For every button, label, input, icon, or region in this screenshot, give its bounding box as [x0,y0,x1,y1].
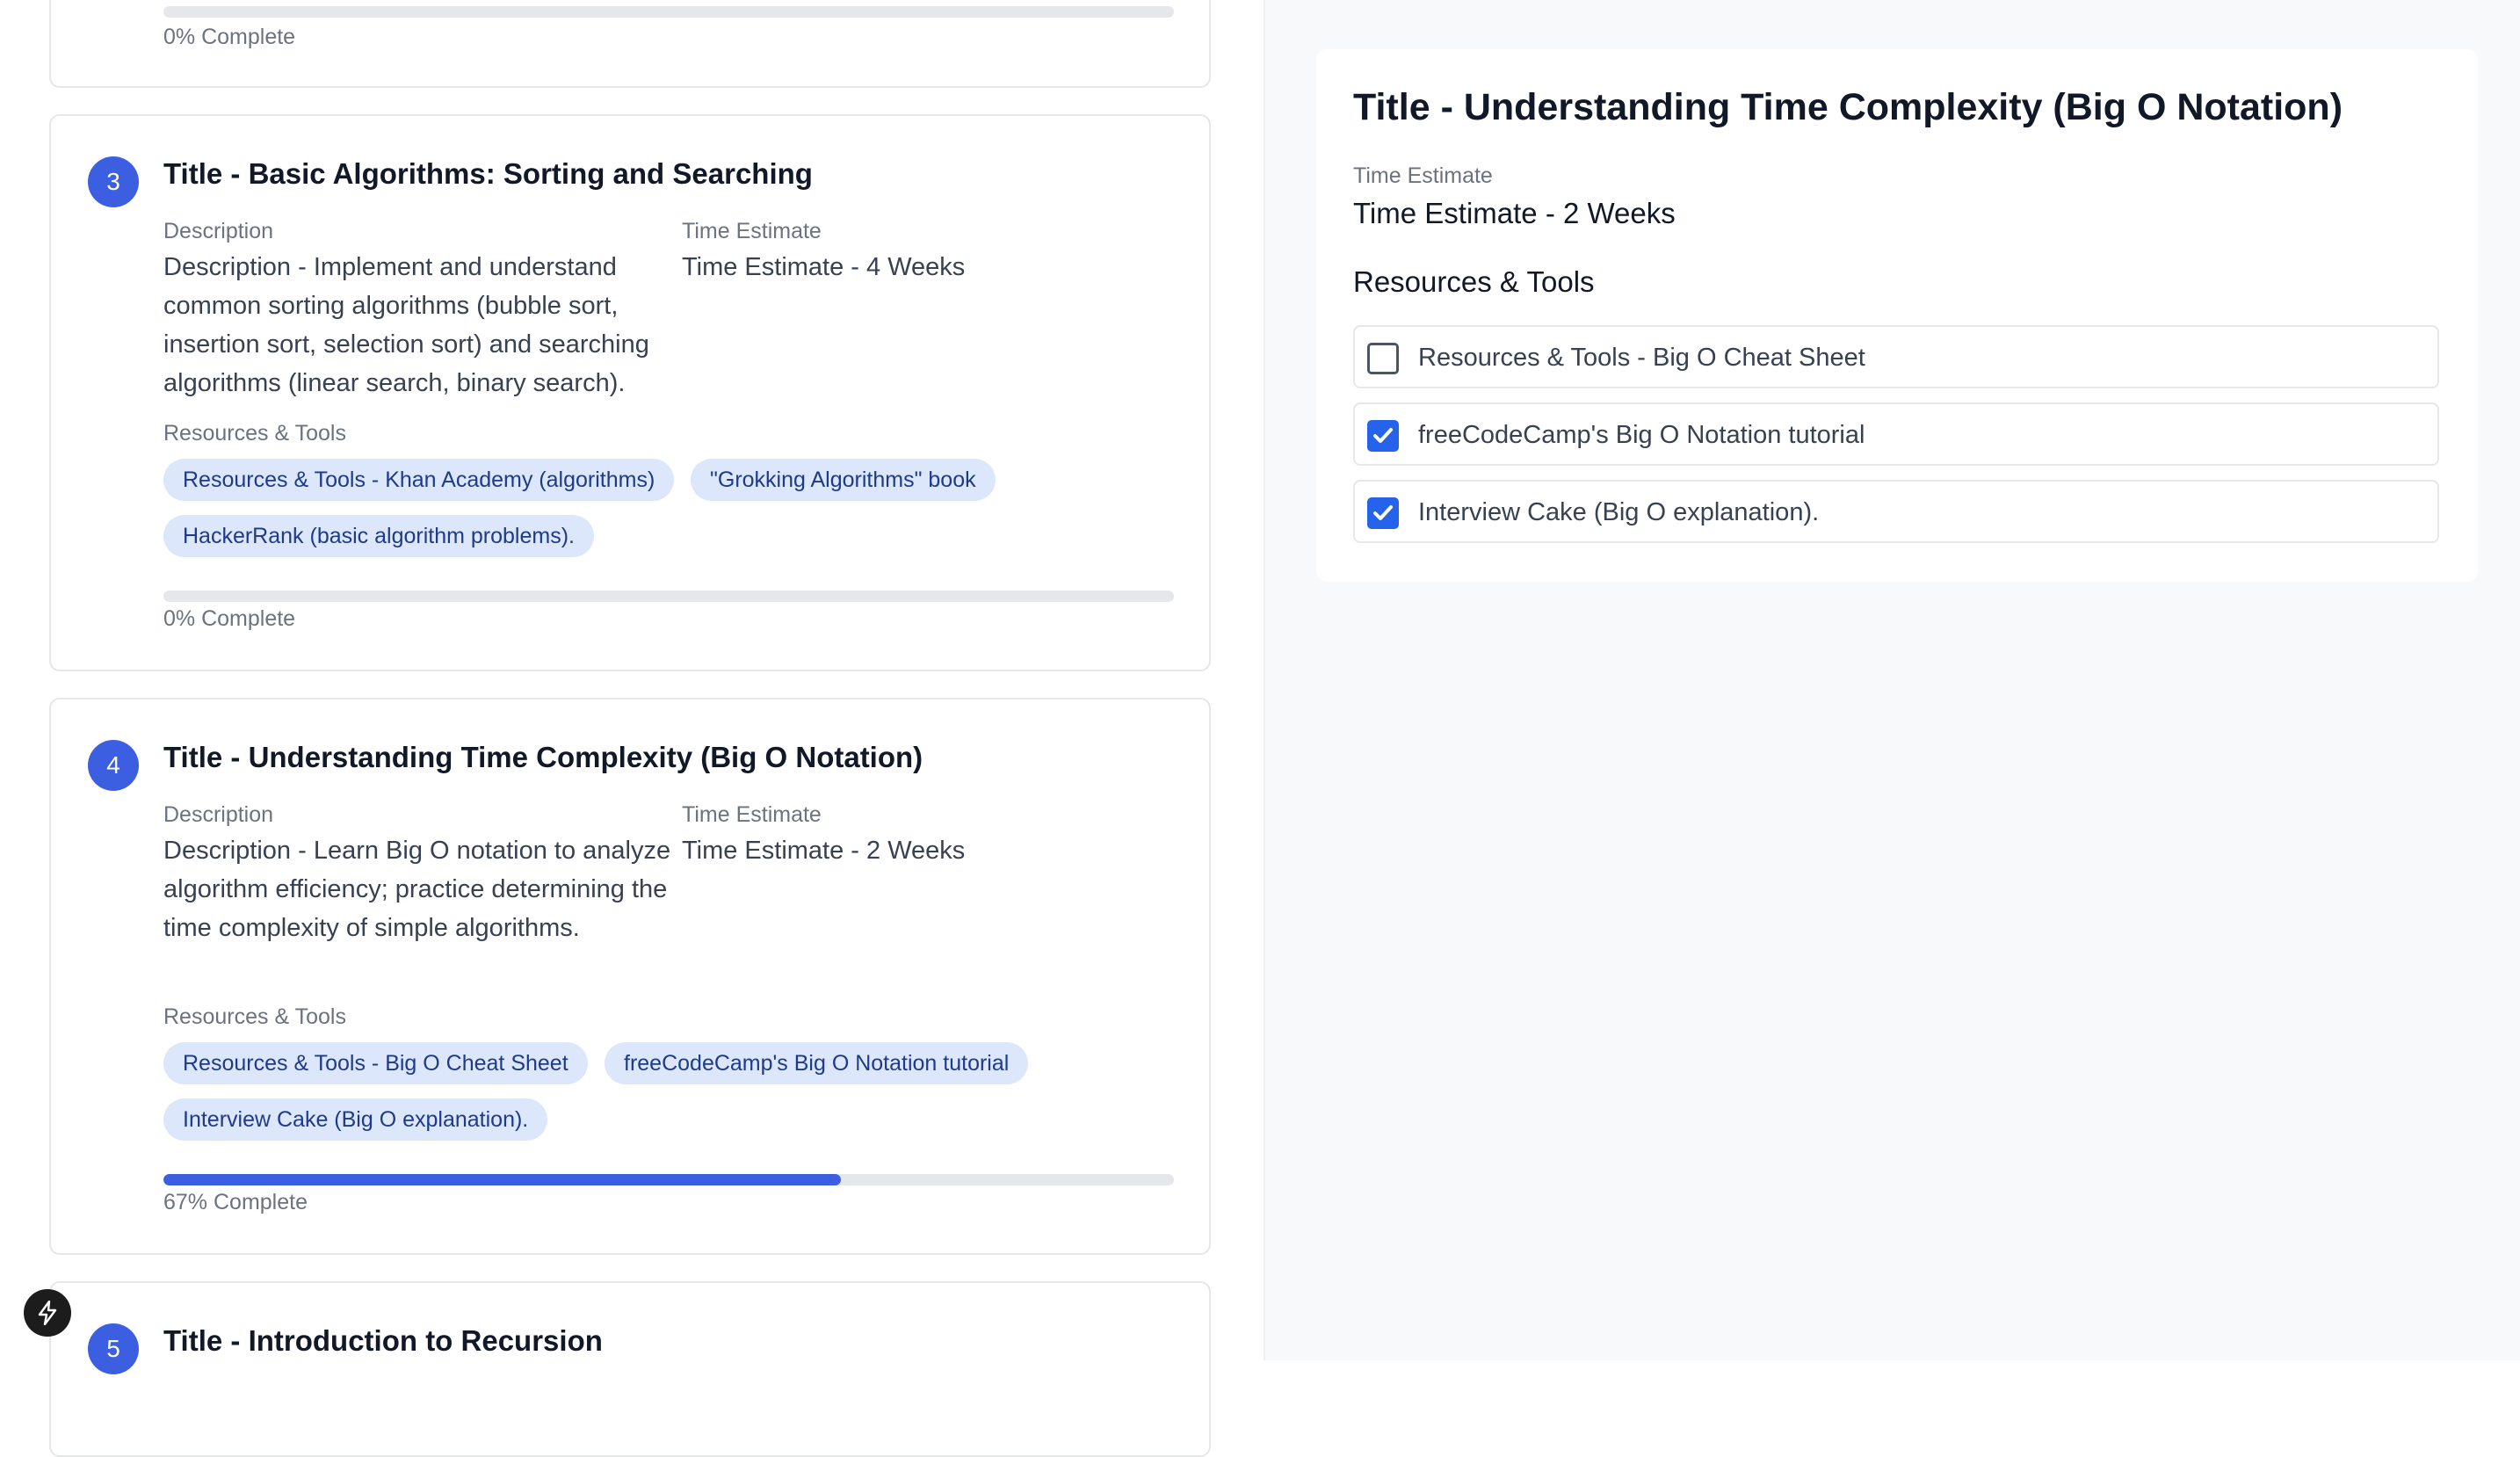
progress-fill [163,1174,841,1185]
description-text: Description - Learn Big O notation to an… [163,837,671,942]
detail-time-label: Time Estimate [1353,163,1493,188]
progress-track [163,6,1174,18]
progress-text: 67% Complete [163,1190,308,1214]
checkmark-icon [1373,505,1393,520]
step-title: Title - Introduction to Recursion [163,1324,603,1357]
progress-text: 0% Complete [163,25,296,49]
detail-resources-heading: Resources & Tools [1353,265,1595,298]
resource-checklist-item[interactable]: Interview Cake (Big O explanation). [1353,480,2439,543]
resource-checklist-item[interactable]: Resources & Tools - Big O Cheat Sheet [1353,325,2439,388]
time-estimate-label: Time Estimate [682,802,822,827]
step-card-2[interactable]: 0% Complete [49,0,1211,88]
resource-label: freeCodeCamp's Big O Notation tutorial [1418,421,1865,449]
checkmark-icon [1373,428,1393,443]
resource-pill[interactable]: "Grokking Algorithms" book [691,459,996,501]
resource-label: Interview Cake (Big O explanation). [1418,498,1820,526]
progress-track [163,591,1174,602]
lightning-bolt-icon[interactable] [24,1289,71,1337]
checkbox[interactable] [1367,497,1399,529]
time-estimate-label: Time Estimate [682,219,822,243]
detail-time-value: Time Estimate - 2 Weeks [1353,197,1676,229]
time-estimate-value: Time Estimate - 4 Weeks [682,253,966,281]
step-number-badge: 4 [88,740,139,791]
resource-pill[interactable]: Resources & Tools - Big O Cheat Sheet [163,1042,588,1084]
roadmap-list: 0% Complete 3 Title - Basic Algorithms: … [0,0,1264,1457]
description-text: Description - Implement and understand c… [163,253,649,397]
time-estimate-value: Time Estimate - 2 Weeks [682,837,966,865]
checkbox[interactable] [1367,420,1399,452]
step-card-4[interactable]: 4 Title - Understanding Time Complexity … [49,698,1211,1255]
resources-label: Resources & Tools [163,1004,346,1029]
resources-label: Resources & Tools [163,421,346,446]
detail-card: Title - Understanding Time Complexity (B… [1316,49,2478,582]
step-number-badge: 5 [88,1323,139,1374]
step-card-5[interactable]: 5 Title - Introduction to Recursion [49,1281,1211,1457]
step-card-3[interactable]: 3 Title - Basic Algorithms: Sorting and … [49,114,1211,671]
resource-pill[interactable]: HackerRank (basic algorithm problems). [163,515,594,557]
step-title: Title - Understanding Time Complexity (B… [163,741,923,773]
resource-checklist-item[interactable]: freeCodeCamp's Big O Notation tutorial [1353,402,2439,466]
progress-track [163,1174,1174,1185]
step-title: Title - Basic Algorithms: Sorting and Se… [163,157,813,190]
step-number-badge: 3 [88,156,139,207]
resource-pill[interactable]: Resources & Tools - Khan Academy (algori… [163,459,675,501]
resource-pill[interactable]: Interview Cake (Big O explanation). [163,1098,548,1141]
detail-title: Title - Understanding Time Complexity (B… [1353,86,2343,128]
resource-pill[interactable]: freeCodeCamp's Big O Notation tutorial [605,1042,1029,1084]
description-label: Description [163,802,274,827]
description-label: Description [163,219,274,243]
progress-text: 0% Complete [163,606,296,631]
checkbox[interactable] [1367,343,1399,374]
resource-label: Resources & Tools - Big O Cheat Sheet [1418,344,1865,372]
